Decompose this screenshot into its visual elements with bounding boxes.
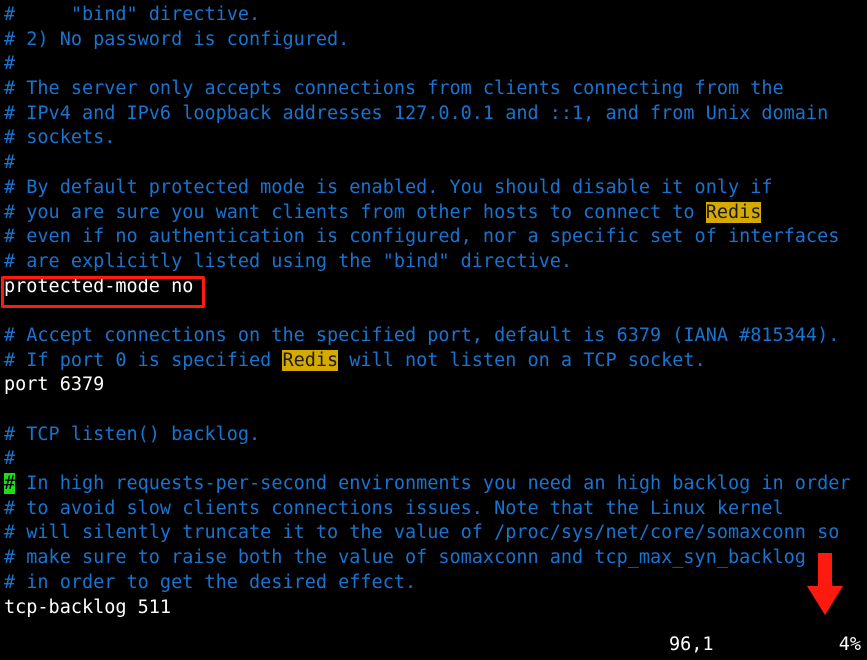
comment-text: # make sure to raise both the value of s… <box>4 547 806 569</box>
editor-line: # If port 0 is specified Redis will not … <box>4 349 867 374</box>
editor-line: # TCP listen() backlog. <box>4 423 867 448</box>
editor-line: # In high requests-per-second environmen… <box>4 472 867 497</box>
editor-line: # in order to get the desired effect. <box>4 571 867 596</box>
editor-line: # By default protected mode is enabled. … <box>4 176 867 201</box>
comment-text: # If port 0 is specified <box>4 349 283 371</box>
terminal-screen: # "bind" directive. # 2) No password is c… <box>0 0 867 660</box>
comment-text: # The server only accepts connections fr… <box>4 78 784 100</box>
editor-line: # <box>4 52 867 77</box>
editor-line: # The server only accepts connections fr… <box>4 77 867 102</box>
comment-text: # Accept connections on the specified po… <box>4 324 840 346</box>
editor-line: # to avoid slow clients connections issu… <box>4 497 867 522</box>
comment-text: # 2) No password is configured. <box>4 28 350 50</box>
comment-text: # in order to get the desired effect. <box>4 571 417 593</box>
search-match-highlight: Redis <box>705 201 762 223</box>
editor-line: # <box>4 151 867 176</box>
editor-line: # IPv4 and IPv6 loopback addresses 127.0… <box>4 102 867 127</box>
comment-text: # <box>4 448 16 470</box>
comment-text: will not listen on a TCP socket. <box>338 349 706 371</box>
text-cursor[interactable]: # <box>4 473 16 495</box>
comment-text: # even if no authentication is configure… <box>4 226 840 248</box>
editor-line: protected-mode no <box>4 275 867 300</box>
comment-text: # to avoid slow clients connections issu… <box>4 497 784 519</box>
editor-line: # you are sure you want clients from oth… <box>4 201 867 226</box>
editor-line: port 6379 <box>4 373 867 398</box>
ruler-file-percent: 4% <box>838 634 861 655</box>
editor-line: # "bind" directive. <box>4 3 867 28</box>
editor-line: # sockets. <box>4 126 867 151</box>
comment-text: # will silently truncate it to the value… <box>4 522 840 544</box>
comment-text: # sockets. <box>4 127 116 149</box>
config-directive-text: port 6379 <box>4 374 105 396</box>
editor-line: # Accept connections on the specified po… <box>4 324 867 349</box>
editor-line: # make sure to raise both the value of s… <box>4 546 867 571</box>
comment-text: # TCP listen() backlog. <box>4 423 261 445</box>
ruler-cursor-position: 96,1 <box>669 634 714 655</box>
comment-text: # <box>4 53 16 75</box>
editor-line: # will silently truncate it to the value… <box>4 521 867 546</box>
config-directive-text: protected-mode no <box>4 275 194 297</box>
comment-text: # By default protected mode is enabled. … <box>4 176 773 198</box>
editor-line: # even if no authentication is configure… <box>4 225 867 250</box>
editor-line: # <box>4 447 867 472</box>
editor-line: tcp-backlog 511 <box>4 596 867 621</box>
editor-line: # 2) No password is configured. <box>4 28 867 53</box>
comment-text: # "bind" directive. <box>4 4 261 25</box>
comment-text: # are explicitly listed using the "bind"… <box>4 250 573 272</box>
vim-status-line: 96,1 4% <box>0 630 867 660</box>
config-directive-text: tcp-backlog 511 <box>4 596 172 618</box>
search-match-highlight: Redis <box>282 349 339 371</box>
editor-text-buffer[interactable]: # "bind" directive. # 2) No password is c… <box>0 0 867 620</box>
editor-line: # are explicitly listed using the "bind"… <box>4 250 867 275</box>
comment-text: # you are sure you want clients from oth… <box>4 201 706 223</box>
comment-text: # <box>4 152 16 174</box>
comment-text: In high requests-per-second environments… <box>15 473 851 495</box>
comment-text: # IPv4 and IPv6 loopback addresses 127.0… <box>4 102 829 124</box>
